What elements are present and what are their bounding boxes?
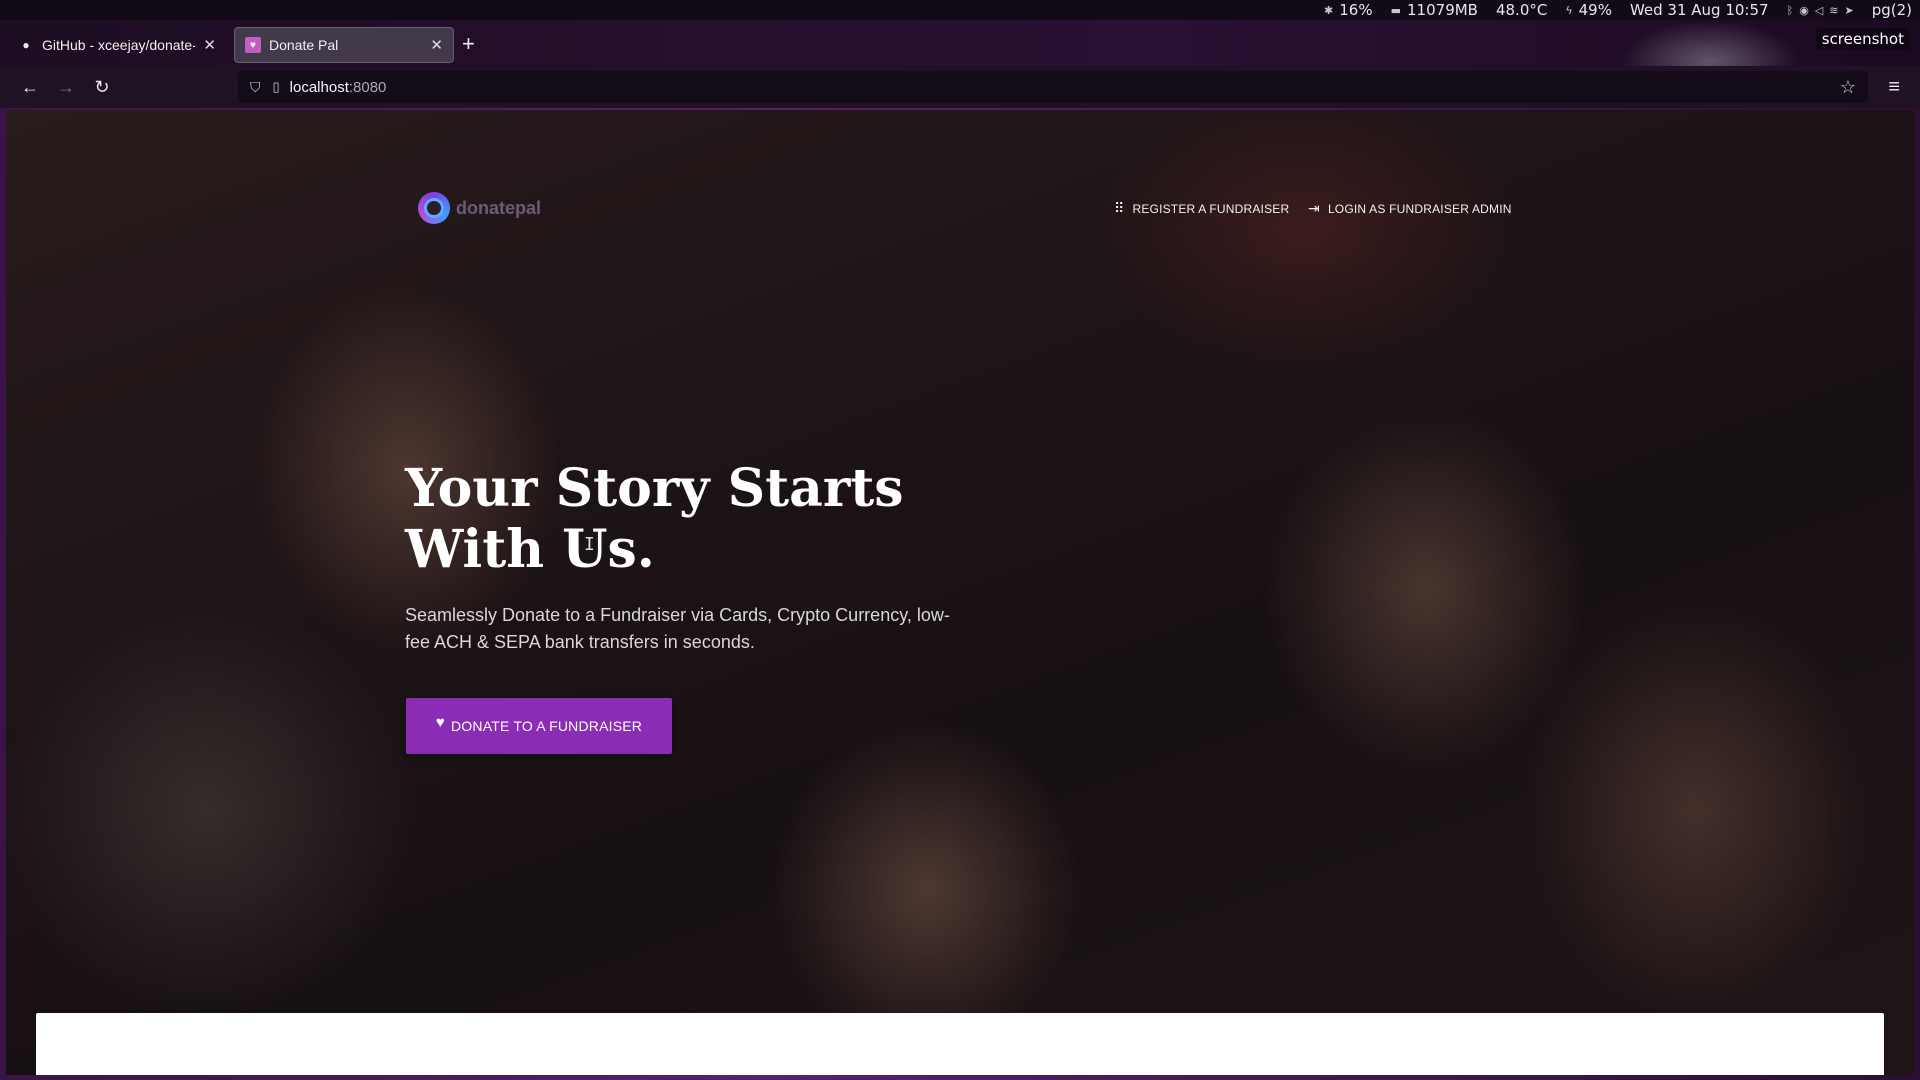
login-label: LOGIN AS FUNDRAISER ADMIN	[1327, 201, 1512, 216]
url-host: localhost	[289, 78, 349, 96]
tab-strip: ● GitHub - xceejay/donate-pa ✕ ♥ Donate …	[0, 20, 1920, 66]
logo-text: donatepal	[456, 197, 542, 218]
register-label: REGISTER A FUNDRAISER	[1132, 201, 1290, 216]
memory-status: ▬ 11079MB	[1391, 1, 1478, 19]
memory-value: 11079MB	[1407, 1, 1478, 19]
battery-status: ϟ 49%	[1565, 1, 1612, 19]
location-icon[interactable]: ◉	[1799, 4, 1809, 17]
volume-icon[interactable]: ◁	[1815, 4, 1823, 17]
page-viewport: donatepal ⠿ REGISTER A FUNDRAISER ⇥ LOGI…	[6, 110, 1914, 1075]
battery-icon: ϟ	[1565, 3, 1573, 17]
shield-icon[interactable]: ⛉	[250, 79, 261, 96]
workspace-indicator: pg(2)	[1872, 1, 1912, 19]
wifi-icon[interactable]: ≋	[1829, 4, 1838, 17]
workspace-value: pg(2)	[1871, 1, 1912, 19]
register-fundraiser-link[interactable]: ⠿ REGISTER A FUNDRAISER	[1114, 200, 1289, 217]
close-icon[interactable]: ✕	[430, 36, 443, 54]
bookmark-star-icon[interactable]: ☆	[1840, 77, 1856, 98]
tab-title: Donate Pal	[269, 37, 339, 53]
hamburger-menu-icon[interactable]: ≡	[1888, 76, 1900, 99]
close-icon[interactable]: ✕	[203, 36, 216, 54]
cpu-value: 16%	[1339, 1, 1373, 19]
tab-donate-pal[interactable]: ♥ Donate Pal ✕	[234, 27, 454, 63]
cpu-status: ✱ 16%	[1324, 1, 1373, 19]
datetime-value: Wed 31 Aug 10:57	[1629, 1, 1769, 19]
screenshot-tool-label[interactable]: screenshot	[1815, 28, 1910, 50]
text-cursor-icon: I	[584, 534, 595, 555]
reload-icon[interactable]: ↻	[84, 69, 120, 105]
login-icon: ⇥	[1308, 200, 1320, 216]
login-admin-link[interactable]: ⇥ LOGIN AS FUNDRAISER ADMIN	[1308, 200, 1512, 217]
tab-title: GitHub - xceejay/donate-pa	[42, 37, 196, 53]
temperature-status: 48.0°C	[1496, 1, 1547, 19]
battery-value: 49%	[1578, 1, 1612, 19]
temperature-value: 48.0°C	[1495, 1, 1548, 19]
heart-pulse-icon: ♥	[435, 713, 445, 731]
donatepal-favicon: ♥	[245, 37, 261, 53]
grid-icon: ⠿	[1114, 200, 1125, 216]
tray-icons[interactable]: ᛒ ◉ ◁ ≋ ➤	[1787, 4, 1854, 17]
address-bar[interactable]: ⛉ ▯ localhost:8080 ☆	[238, 71, 1868, 103]
bluetooth-icon[interactable]: ᛒ	[1787, 4, 1794, 17]
github-icon: ●	[22, 38, 30, 52]
content-card	[36, 1013, 1884, 1075]
hero-subtitle: Seamlessly Donate to a Fundraiser via Ca…	[405, 605, 950, 652]
tab-github[interactable]: ● GitHub - xceejay/donate-pa ✕	[8, 27, 226, 63]
donate-button[interactable]: ♥ DONATE TO A FUNDRAISER	[406, 698, 672, 754]
site-logo[interactable]: donatepal	[418, 192, 541, 224]
system-status-bar: ✱ 16% ▬ 11079MB 48.0°C ϟ 49% Wed 31 Aug 10:…	[0, 0, 1920, 20]
spiral-logo-icon	[418, 192, 450, 224]
navigation-toolbar: ← → ↻ ⛉ ▯ localhost:8080 ☆ ≡	[0, 66, 1920, 108]
theme-decoration	[1620, 20, 1800, 66]
cpu-icon: ✱	[1324, 3, 1334, 17]
forward-arrow-icon[interactable]: →	[48, 69, 84, 105]
donate-label: DONATE TO A FUNDRAISER	[451, 718, 643, 734]
new-tab-button[interactable]: +	[462, 33, 475, 55]
telegram-icon[interactable]: ➤	[1844, 4, 1853, 17]
back-arrow-icon[interactable]: ←	[12, 69, 48, 105]
hero-title: Your Story Starts With Us.	[405, 458, 904, 580]
memory-icon: ▬	[1390, 3, 1402, 17]
clock: Wed 31 Aug 10:57	[1630, 1, 1769, 19]
url-port: :8080	[348, 78, 387, 96]
page-info-icon[interactable]: ▯	[273, 79, 280, 95]
